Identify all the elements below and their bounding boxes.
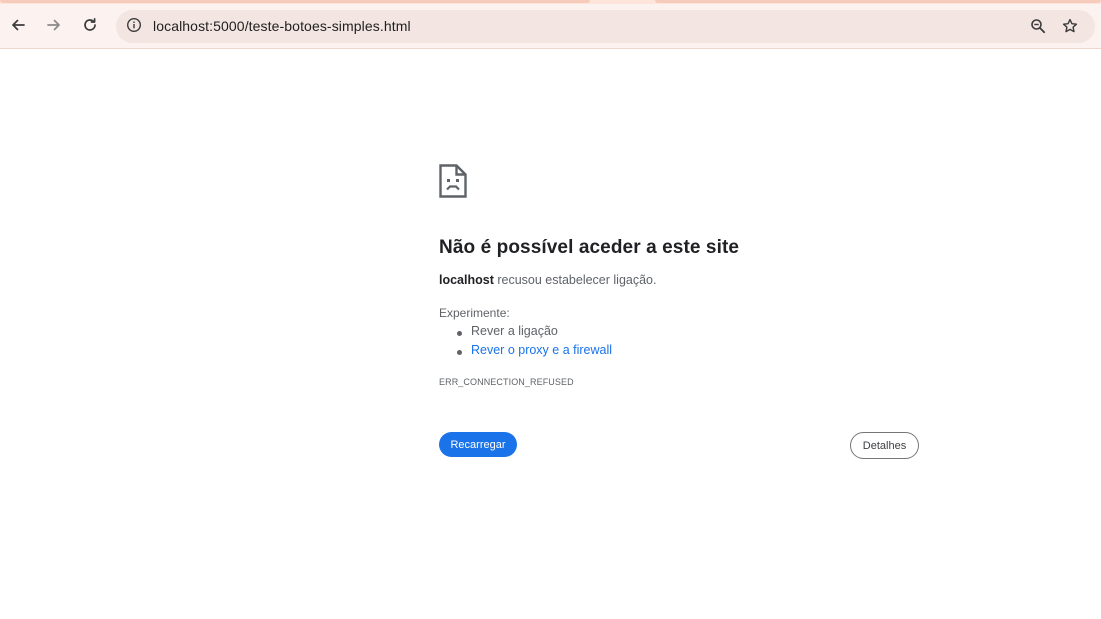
browser-toolbar: localhost:5000/teste-botoes-simples.html	[0, 4, 1101, 49]
url-text[interactable]: localhost:5000/teste-botoes-simples.html	[153, 18, 411, 34]
tab-edge-left	[0, 0, 590, 3]
bookmark-button[interactable]	[1058, 16, 1082, 40]
suggestion-item: Rever o proxy e a firewall	[439, 343, 612, 362]
reload-icon	[82, 17, 98, 33]
reload-button[interactable]	[76, 11, 104, 39]
address-bar[interactable]: localhost:5000/teste-botoes-simples.html	[116, 10, 1095, 43]
arrow-left-icon	[10, 17, 26, 33]
tab-edge-right	[655, 0, 1101, 3]
error-title: Não é possível aceder a este site	[439, 237, 740, 258]
proxy-firewall-link[interactable]: Rever o proxy e a firewall	[471, 343, 612, 357]
suggestion-item: Rever a ligação	[439, 324, 612, 343]
error-summary-text: recusou estabelecer ligação.	[493, 273, 657, 287]
error-code: ERR_CONNECTION_REFUSED	[439, 377, 574, 387]
error-host: localhost	[439, 273, 494, 287]
back-button[interactable]	[4, 11, 32, 39]
error-summary: localhost recusou estabelecer ligação.	[439, 273, 656, 287]
reload-page-button[interactable]: Recarregar	[439, 432, 517, 457]
star-icon	[1062, 18, 1078, 39]
sad-document-icon	[439, 164, 467, 198]
arrow-right-icon	[46, 17, 62, 33]
site-info-button[interactable]	[123, 16, 145, 38]
zoom-button[interactable]	[1026, 16, 1050, 40]
suggestions-list: Rever a ligação Rever o proxy e a firewa…	[439, 324, 612, 362]
details-button[interactable]: Detalhes	[850, 432, 919, 459]
forward-button[interactable]	[40, 11, 68, 39]
zoom-icon	[1030, 18, 1046, 39]
info-icon	[126, 17, 142, 38]
suggestions-heading: Experimente:	[439, 306, 510, 320]
